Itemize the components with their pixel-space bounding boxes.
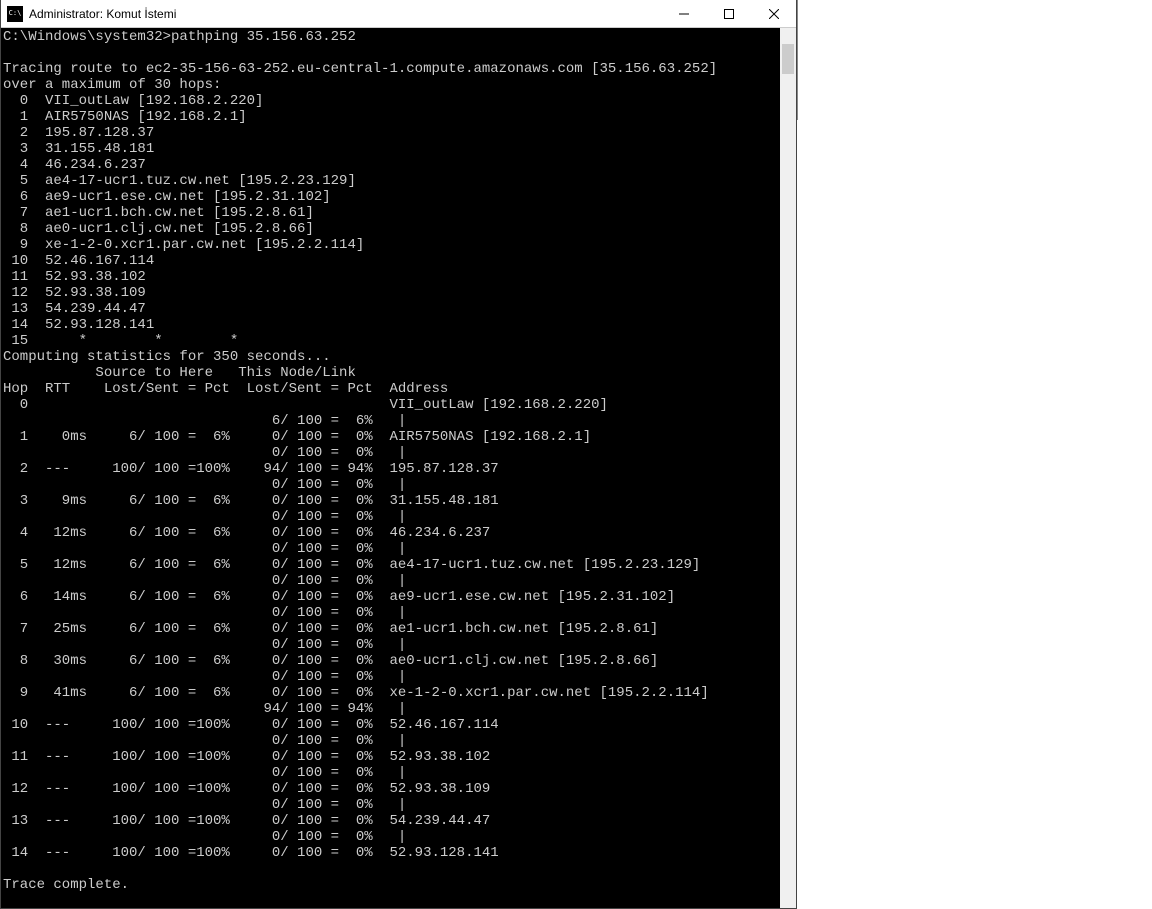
window-title: Administrator: Komut İstemi — [29, 7, 176, 21]
titlebar[interactable]: Administrator: Komut İstemi — [1, 0, 796, 28]
close-button[interactable] — [751, 0, 796, 28]
close-icon — [769, 9, 779, 19]
vertical-scrollbar[interactable] — [780, 28, 796, 908]
blank-area — [797, 0, 1152, 909]
window-controls — [661, 0, 796, 28]
maximize-button[interactable] — [706, 0, 751, 28]
cmd-icon — [7, 6, 23, 22]
minimize-button[interactable] — [661, 0, 706, 28]
maximize-icon — [724, 9, 734, 19]
edge-line — [797, 0, 798, 120]
cmd-window: Administrator: Komut İstemi C:\Windows\s… — [0, 0, 797, 909]
scrollbar-thumb[interactable] — [782, 44, 794, 74]
minimize-icon — [679, 9, 689, 19]
terminal-output[interactable]: C:\Windows\system32>pathping 35.156.63.2… — [1, 28, 796, 908]
